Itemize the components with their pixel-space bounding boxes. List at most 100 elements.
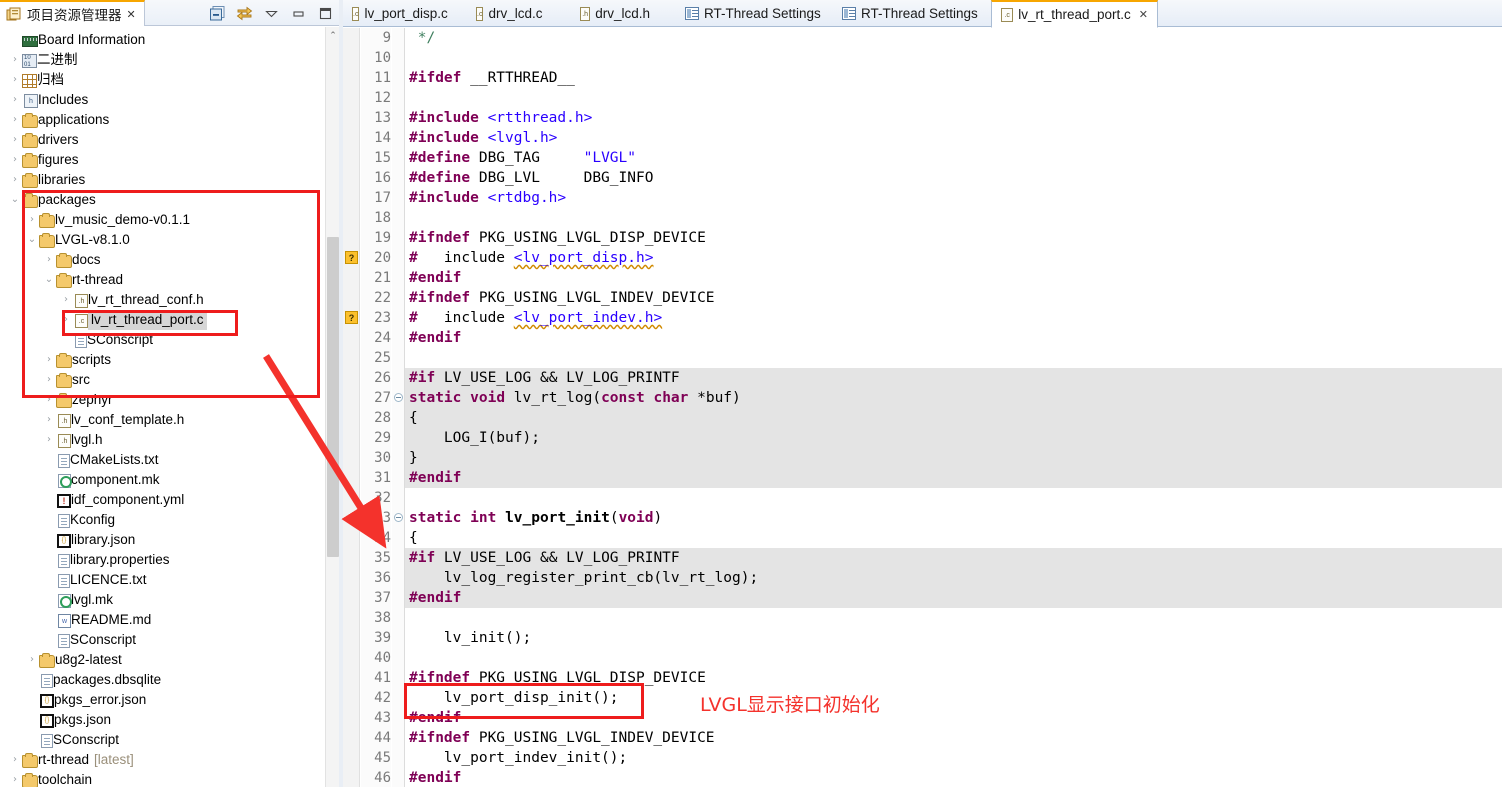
link-with-editor-icon[interactable]	[236, 5, 253, 22]
tree-item[interactable]: ›二进制	[0, 50, 325, 70]
code-line[interactable]: 22#ifndef PKG_USING_LVGL_INDEV_DEVICE	[343, 288, 1502, 308]
code-line[interactable]: 44#ifndef PKG_USING_LVGL_INDEV_DEVICE	[343, 728, 1502, 748]
code-line[interactable]: 27static void lv_rt_log(const char *buf)	[343, 388, 1502, 408]
code-line[interactable]: 25	[343, 348, 1502, 368]
tree-item[interactable]: ⌄rt-thread	[0, 270, 325, 290]
tree-item[interactable]: ›lvgl.h	[0, 430, 325, 450]
tree-item[interactable]: ›docs	[0, 250, 325, 270]
tree-item[interactable]: ›lv_conf_template.h	[0, 410, 325, 430]
chevron-down-icon[interactable]: ⌄	[8, 190, 22, 210]
tree-item[interactable]: ⌄LVGL-v8.1.0	[0, 230, 325, 250]
code-line[interactable]: 42 lv_port_disp_init();	[343, 688, 1502, 708]
editor-tab[interactable]: RT-Thread Settings	[833, 0, 990, 27]
tree-item[interactable]: ⌄packages	[0, 190, 325, 210]
scrollbar-thumb[interactable]	[327, 237, 339, 557]
editor-tab[interactable]: RT-Thread Settings	[676, 0, 833, 27]
tree-item[interactable]: ·{}pkgs_error.json	[0, 690, 325, 710]
chevron-right-icon[interactable]: ›	[59, 290, 73, 310]
tree-item[interactable]: ›drivers	[0, 130, 325, 150]
code-line[interactable]: ?20# include <lv_port_disp.h>	[343, 248, 1502, 268]
chevron-right-icon[interactable]: ›	[42, 430, 56, 450]
chevron-right-icon[interactable]: ·	[42, 590, 56, 610]
tree-item[interactable]: ›归档	[0, 70, 325, 90]
fold-collapse-icon[interactable]	[394, 393, 403, 402]
tree-item[interactable]: ·packages.dbsqlite	[0, 670, 325, 690]
code-line[interactable]: 11#ifdef __RTTHREAD__	[343, 68, 1502, 88]
tree-item[interactable]: ·Board Information	[0, 30, 325, 50]
code-line[interactable]: 16#define DBG_LVL DBG_INFO	[343, 168, 1502, 188]
code-line[interactable]: 13#include <rtthread.h>	[343, 108, 1502, 128]
chevron-right-icon[interactable]: ·	[42, 510, 56, 530]
chevron-right-icon[interactable]: ·	[42, 470, 56, 490]
tree-item[interactable]: ·{}library.json	[0, 530, 325, 550]
scroll-up-arrow[interactable]: ⌃	[326, 27, 340, 43]
chevron-right-icon[interactable]: ›	[25, 650, 39, 670]
code-line[interactable]: 10	[343, 48, 1502, 68]
code-line[interactable]: 43#endif	[343, 708, 1502, 728]
code-line[interactable]: 14#include <lvgl.h>	[343, 128, 1502, 148]
tree-item[interactable]: ›Includes	[0, 90, 325, 110]
chevron-right-icon[interactable]: ·	[42, 450, 56, 470]
chevron-right-icon[interactable]: ·	[25, 710, 39, 730]
chevron-right-icon[interactable]: ·	[59, 330, 73, 350]
chevron-right-icon[interactable]: ›	[8, 50, 22, 70]
fold-collapse-icon[interactable]	[394, 513, 403, 522]
code-line[interactable]: 33static int lv_port_init(void)	[343, 508, 1502, 528]
code-line[interactable]: 9 */	[343, 28, 1502, 48]
chevron-right-icon[interactable]: ›	[8, 70, 22, 90]
chevron-down-icon[interactable]: ⌄	[25, 230, 39, 250]
code-line[interactable]: 39 lv_init();	[343, 628, 1502, 648]
tab-project-explorer[interactable]: 项目资源管理器 ✕	[0, 0, 145, 26]
chevron-right-icon[interactable]: ·	[25, 670, 39, 690]
tree-item[interactable]: ›src	[0, 370, 325, 390]
tree-item[interactable]: ·lvgl.mk	[0, 590, 325, 610]
chevron-right-icon[interactable]: ·	[42, 610, 56, 630]
code-line[interactable]: 28{	[343, 408, 1502, 428]
editor-tab[interactable]: .cdrv_lcd.c	[467, 0, 551, 27]
chevron-right-icon[interactable]: ·	[8, 30, 22, 50]
minimize-icon[interactable]	[290, 5, 307, 22]
chevron-right-icon[interactable]: ›	[42, 410, 56, 430]
tree-item[interactable]: ›rt-thread[latest]	[0, 750, 325, 770]
chevron-right-icon[interactable]: ·	[42, 550, 56, 570]
code-line[interactable]: 46#endif	[343, 768, 1502, 787]
collapse-all-icon[interactable]	[209, 5, 226, 22]
chevron-right-icon[interactable]: ›	[8, 90, 22, 110]
tree-item[interactable]: ·SConscript	[0, 330, 325, 350]
chevron-right-icon[interactable]: ·	[42, 570, 56, 590]
tree-item[interactable]: ·library.properties	[0, 550, 325, 570]
code-line[interactable]: 15#define DBG_TAG "LVGL"	[343, 148, 1502, 168]
tree-item[interactable]: ·component.mk	[0, 470, 325, 490]
chevron-down-icon[interactable]: ⌄	[42, 270, 56, 290]
project-tree[interactable]: ·Board Information›二进制›归档›Includes›appli…	[0, 27, 325, 787]
code-line[interactable]: 19#ifndef PKG_USING_LVGL_DISP_DEVICE	[343, 228, 1502, 248]
chevron-right-icon[interactable]: ›	[42, 390, 56, 410]
editor-tab[interactable]: .clv_rt_thread_port.c✕	[991, 0, 1158, 28]
code-line[interactable]: ?23# include <lv_port_indev.h>	[343, 308, 1502, 328]
tree-item[interactable]: ›scripts	[0, 350, 325, 370]
warning-marker-icon[interactable]: ?	[345, 311, 358, 324]
chevron-right-icon[interactable]: ›	[8, 150, 22, 170]
code-line[interactable]: 45 lv_port_indev_init();	[343, 748, 1502, 768]
tree-item[interactable]: ›applications	[0, 110, 325, 130]
tree-vertical-scrollbar[interactable]: ⌃	[325, 27, 339, 787]
tree-item[interactable]: ›toolchain	[0, 770, 325, 787]
code-line[interactable]: 38	[343, 608, 1502, 628]
chevron-right-icon[interactable]: ›	[8, 750, 22, 770]
chevron-right-icon[interactable]: ›	[25, 210, 39, 230]
chevron-right-icon[interactable]: ·	[25, 730, 39, 750]
chevron-right-icon[interactable]: ›	[42, 370, 56, 390]
chevron-right-icon[interactable]: ›	[8, 170, 22, 190]
code-line[interactable]: 26#if LV_USE_LOG && LV_LOG_PRINTF	[343, 368, 1502, 388]
code-line[interactable]: 37#endif	[343, 588, 1502, 608]
code-line[interactable]: 12	[343, 88, 1502, 108]
chevron-right-icon[interactable]: ·	[42, 530, 56, 550]
tree-item[interactable]: ›lv_rt_thread_conf.h	[0, 290, 325, 310]
code-line[interactable]: 40	[343, 648, 1502, 668]
chevron-right-icon[interactable]: ·	[42, 630, 56, 650]
chevron-right-icon[interactable]: ›	[59, 310, 73, 330]
chevron-right-icon[interactable]: ·	[42, 490, 56, 510]
code-line[interactable]: 21#endif	[343, 268, 1502, 288]
tree-item[interactable]: ·{}pkgs.json	[0, 710, 325, 730]
tree-item[interactable]: ›u8g2-latest	[0, 650, 325, 670]
